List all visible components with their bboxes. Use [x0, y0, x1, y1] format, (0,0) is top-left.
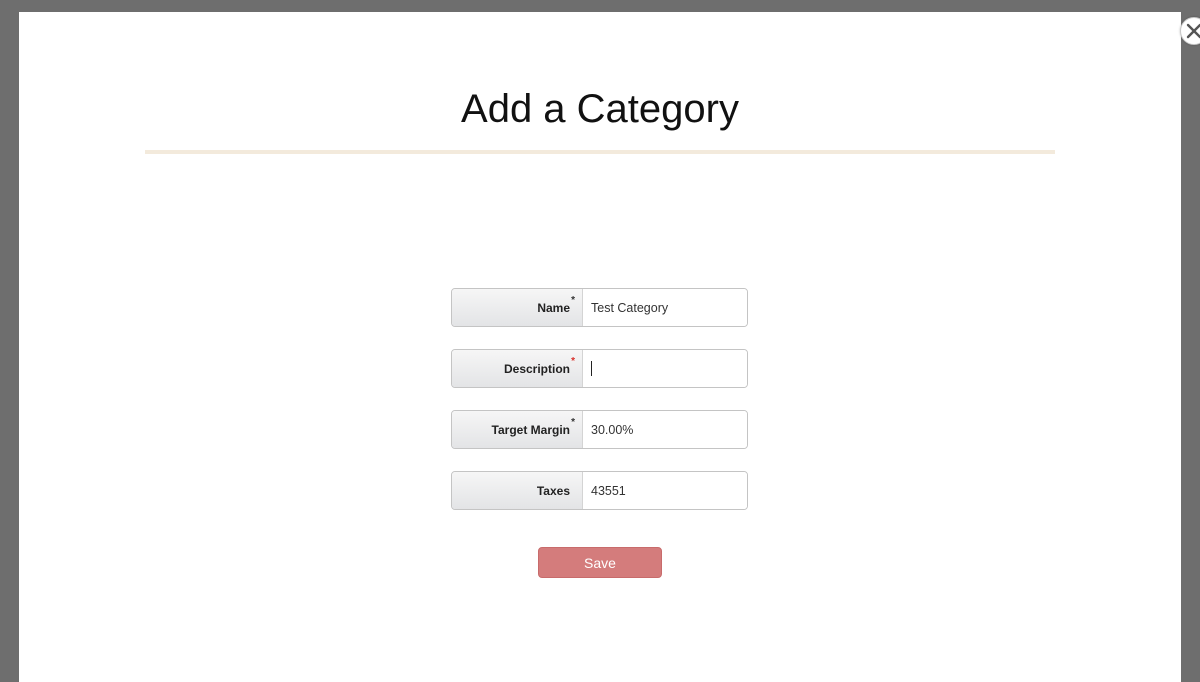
taxes-input[interactable] [583, 472, 747, 509]
target-margin-label: Target Margin * [452, 411, 583, 448]
description-label: Description * [452, 350, 583, 387]
required-marker: * [571, 417, 575, 428]
description-field: Description * [451, 349, 748, 388]
target-margin-label-text: Target Margin [491, 422, 570, 437]
save-button[interactable]: Save [538, 547, 662, 578]
target-margin-input[interactable] [583, 411, 747, 448]
name-field: Name * [451, 288, 748, 327]
name-label-text: Name [537, 300, 570, 315]
taxes-label-text: Taxes [536, 483, 570, 498]
required-marker: * [571, 356, 575, 367]
name-label: Name * [452, 289, 583, 326]
taxes-label: Taxes [452, 472, 583, 509]
text-caret [591, 361, 592, 376]
taxes-field: Taxes [451, 471, 748, 510]
add-category-modal: Add a Category Name * Description * Targ… [19, 12, 1200, 682]
name-input[interactable] [583, 289, 747, 326]
description-label-text: Description [503, 361, 570, 376]
close-icon [1186, 23, 1200, 39]
modal-title: Add a Category [461, 87, 739, 131]
target-margin-field: Target Margin * [451, 410, 748, 449]
required-marker: * [571, 295, 575, 306]
title-divider [145, 150, 1055, 154]
close-button[interactable] [1180, 17, 1200, 45]
description-input[interactable] [583, 350, 747, 387]
